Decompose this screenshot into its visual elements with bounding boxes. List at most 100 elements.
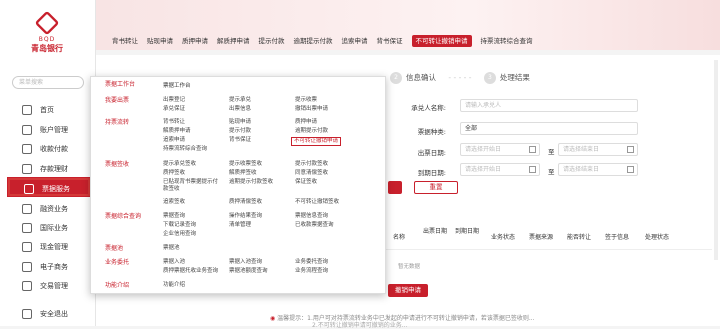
menu-item[interactable]: 同意清偿签收 xyxy=(295,170,328,177)
tab-discount[interactable]: 贴现申请 xyxy=(147,35,173,47)
menu-item[interactable]: 逾期提示付款签收 xyxy=(229,179,273,186)
issue-end-input[interactable]: 请选择结束日 xyxy=(558,143,638,156)
logo-en-text: BQD xyxy=(38,36,56,43)
menu-item[interactable]: 承兑保证 xyxy=(163,106,185,113)
menu-item[interactable]: 质押票据托收业务查询 xyxy=(163,268,218,275)
due-start-input[interactable]: 请选择开始日 xyxy=(460,163,540,176)
menu-item[interactable]: 提示付款 xyxy=(229,128,251,135)
menu-item[interactable]: 提示承兑 xyxy=(229,97,251,104)
col-header: 到期日期 xyxy=(454,228,479,235)
sidebar-item-label: 票据服务 xyxy=(42,185,70,193)
menu-item[interactable]: 出票登记 xyxy=(163,97,185,104)
sidebar-item-account[interactable]: 账户管理 xyxy=(8,121,90,139)
calendar-icon xyxy=(627,146,634,153)
step-2-dot: 2 xyxy=(390,72,402,84)
sidebar-item-bill-service[interactable]: 票据服务 xyxy=(8,178,90,196)
tab-recourse[interactable]: 追索申请 xyxy=(342,35,368,47)
sidebar-item-home[interactable]: 首页 xyxy=(8,101,90,119)
sidebar-item-deposit[interactable]: 存款理财 xyxy=(8,160,90,178)
tab-query[interactable]: 持票流转综合查询 xyxy=(481,35,533,47)
menu-item[interactable]: 保证签收 xyxy=(295,179,317,186)
menu-item[interactable]: 背书保证 xyxy=(229,137,251,144)
menu-search-input[interactable]: 菜单搜索 xyxy=(12,76,84,89)
tab-guarantee[interactable]: 背书保证 xyxy=(377,35,403,47)
sidebar-item-label: 现金管理 xyxy=(40,243,68,251)
menu-item[interactable]: 已收款票据查询 xyxy=(295,222,334,229)
issue-date-label: 出票日期: xyxy=(417,149,446,157)
tab-payment-prompt[interactable]: 提示付款 xyxy=(259,35,285,47)
issue-start-input[interactable]: 请选择开始日 xyxy=(460,143,540,156)
menu-item[interactable]: 出票信息 xyxy=(229,106,251,113)
menu-item[interactable]: 追索申请 xyxy=(163,137,185,144)
menu-item[interactable]: 业务流程查询 xyxy=(295,268,328,275)
sidebar-item-international[interactable]: 国际业务 xyxy=(8,219,90,237)
menu-item[interactable]: 功能介绍 xyxy=(163,282,185,289)
sidebar-item-cash[interactable]: 现金管理 xyxy=(8,238,90,256)
menu-item[interactable]: 质押签收 xyxy=(163,170,185,177)
menu-item[interactable]: 逾期提示付款 xyxy=(295,128,328,135)
tab-revoke-nontransfer[interactable]: 不可转让撤销申请 xyxy=(411,35,472,47)
scrollbar[interactable] xyxy=(714,60,718,260)
menu-item[interactable]: 业务委托查询 xyxy=(295,259,328,266)
menu-item[interactable]: 提示收票签收 xyxy=(229,161,262,168)
menu-item[interactable]: 贴现申请 xyxy=(229,119,251,126)
tab-overdue-prompt[interactable]: 逾期提示付款 xyxy=(294,35,333,47)
due-date-label: 到期日期: xyxy=(417,169,446,177)
query-button[interactable] xyxy=(388,181,402,194)
menu-item[interactable]: 追索签收 xyxy=(163,199,185,206)
col-header: 处理状态 xyxy=(644,234,669,241)
due-end-input[interactable]: 请选择结束日 xyxy=(558,163,638,176)
range-separator: 至 xyxy=(548,148,555,156)
sidebar-item-logout[interactable]: 安全退出 xyxy=(8,305,90,323)
menu-item[interactable]: 票据池额度查询 xyxy=(229,268,268,275)
menu-category: 我要出票 xyxy=(105,97,130,104)
sidebar-item-label: 电子商务 xyxy=(40,263,68,271)
menu-item[interactable]: 撤销出票申请 xyxy=(295,106,328,113)
sidebar-item-label: 国际业务 xyxy=(40,224,68,232)
menu-item[interactable]: 不可转让撤销签收 xyxy=(295,199,339,206)
placeholder: 请选择开始日 xyxy=(465,166,502,173)
menu-item[interactable]: 票据工作台 xyxy=(163,83,191,90)
sidebar-item-finance[interactable]: 融资业务 xyxy=(8,200,90,218)
acceptor-input[interactable]: 请输入承兑人 xyxy=(460,99,638,112)
tab-unpledge[interactable]: 解质押申请 xyxy=(217,35,250,47)
range-separator: 至 xyxy=(548,168,555,176)
bill-service-megamenu: 票据工作台 票据工作台 我要出票 出票登记 提示承兑 提示收票 承兑保证 出票信… xyxy=(90,76,386,294)
sidebar-item-label: 存款理财 xyxy=(40,165,68,173)
menu-item[interactable]: 下载记录查询 xyxy=(163,222,196,229)
bill-type-select[interactable]: 全部 xyxy=(460,122,638,135)
menu-item[interactable]: 解质押签收 xyxy=(229,170,257,177)
menu-item[interactable]: 票据池 xyxy=(163,245,180,252)
menu-item[interactable]: 票据入池 xyxy=(163,259,185,266)
sidebar-item-payment[interactable]: 收款付款 xyxy=(8,140,90,158)
revoke-submit-button[interactable]: 撤销申请 xyxy=(388,284,428,297)
step-indicator: 2 信息确认 - - - - - 3 处理结果 xyxy=(390,72,530,84)
menu-item[interactable]: 背书转让 xyxy=(163,119,185,126)
menu-item[interactable]: 质押申请 xyxy=(295,119,317,126)
menu-item[interactable]: 票据入池查询 xyxy=(229,259,262,266)
menu-item[interactable]: 持票流转综合查询 xyxy=(163,146,207,153)
menu-item[interactable]: 操作结果查询 xyxy=(229,213,262,220)
tab-endorse[interactable]: 背书转让 xyxy=(112,35,138,47)
menu-item[interactable]: 提示付款签收 xyxy=(295,161,328,168)
menu-item[interactable]: 清单管理 xyxy=(229,222,251,229)
menu-item[interactable]: 质押清偿签收 xyxy=(229,199,262,206)
table-header: 名称 出票日期 到期日期 业务状态 票据来源 能否转让 签于信息 处理状态 xyxy=(380,228,712,250)
sidebar-item-trade[interactable]: 交易管理 xyxy=(8,277,90,295)
menu-item[interactable]: 解质押申请 xyxy=(163,128,191,135)
sidebar-item-label: 首页 xyxy=(40,106,54,114)
menu-item[interactable]: 票据信息查询 xyxy=(295,213,328,220)
menu-item[interactable]: 提示收票 xyxy=(295,97,317,104)
sidebar-item-ecommerce[interactable]: 电子商务 xyxy=(8,258,90,276)
menu-item[interactable]: 提示承兑签收 xyxy=(163,161,196,168)
logout-icon xyxy=(22,309,32,319)
bill-type-label: 票据种类: xyxy=(417,128,446,136)
reset-button[interactable]: 重置 xyxy=(414,181,458,194)
menu-item[interactable]: 票据查询 xyxy=(163,213,185,220)
placeholder: 请选择开始日 xyxy=(465,146,502,153)
col-header: 出票日期 xyxy=(422,228,447,235)
menu-item-revoke-nontransfer[interactable]: 不可转让撤销申请 xyxy=(291,137,342,146)
menu-item[interactable]: 企业信用查询 xyxy=(163,231,196,238)
menu-item[interactable]: 已贴现背书票据提示付款签收 xyxy=(163,179,223,193)
tab-pledge[interactable]: 质押申请 xyxy=(182,35,208,47)
